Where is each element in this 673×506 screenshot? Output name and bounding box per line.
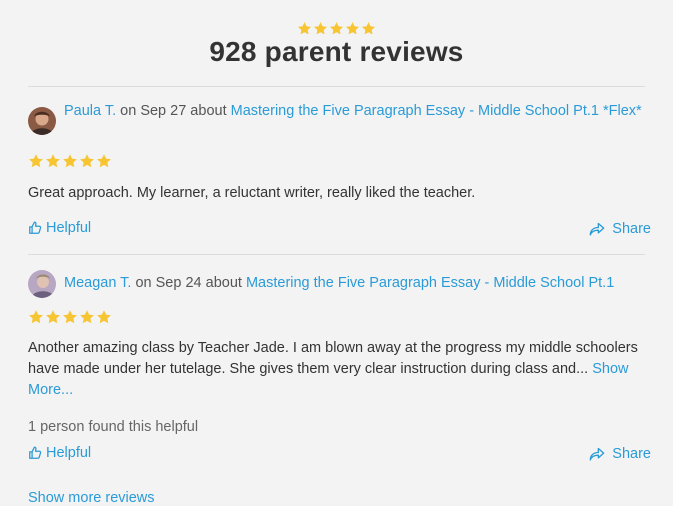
star-icon bbox=[63, 310, 77, 324]
review-text: Another amazing class by Teacher Jade. I… bbox=[28, 340, 638, 377]
share-button[interactable]: Share bbox=[589, 221, 651, 237]
author-link[interactable]: Paula T. bbox=[64, 103, 116, 119]
star-icon bbox=[314, 22, 327, 35]
share-label: Share bbox=[612, 446, 651, 462]
share-button[interactable]: Share bbox=[589, 446, 651, 462]
review-date: on Sep 24 about bbox=[131, 275, 246, 291]
show-more-reviews-link[interactable]: Show more reviews bbox=[28, 490, 155, 506]
helpful-label: Helpful bbox=[46, 220, 92, 236]
star-icon bbox=[46, 154, 60, 168]
star-icon bbox=[80, 154, 94, 168]
author-link[interactable]: Meagan T. bbox=[64, 275, 131, 291]
star-icon bbox=[362, 22, 375, 35]
star-icon bbox=[46, 310, 60, 324]
review-meta: Paula T. on Sep 27 about Mastering the F… bbox=[64, 101, 654, 122]
class-title-link[interactable]: Mastering the Five Paragraph Essay - Mid… bbox=[246, 275, 614, 291]
star-icon bbox=[63, 154, 77, 168]
thumbs-up-icon bbox=[29, 446, 42, 459]
header-rating-stars bbox=[297, 21, 376, 36]
helpful-button[interactable]: Helpful bbox=[28, 445, 91, 461]
review-text-container: Another amazing class by Teacher Jade. I… bbox=[28, 338, 648, 401]
star-icon bbox=[29, 310, 43, 324]
star-icon bbox=[346, 22, 359, 35]
review-rating-stars bbox=[28, 309, 112, 325]
review-date: on Sep 27 about bbox=[116, 103, 231, 119]
star-icon bbox=[298, 22, 311, 35]
star-icon bbox=[29, 154, 43, 168]
divider bbox=[28, 86, 645, 87]
divider bbox=[28, 254, 645, 255]
review-rating-stars bbox=[28, 153, 112, 169]
star-icon bbox=[80, 310, 94, 324]
share-icon bbox=[589, 222, 605, 235]
thumbs-up-icon bbox=[29, 221, 42, 234]
avatar[interactable] bbox=[28, 107, 56, 135]
star-icon bbox=[97, 154, 111, 168]
share-icon bbox=[589, 447, 605, 461]
star-icon bbox=[97, 310, 111, 324]
review-meta: Meagan T. on Sep 24 about Mastering the … bbox=[64, 273, 664, 294]
helpful-button[interactable]: Helpful bbox=[28, 220, 91, 236]
class-title-link[interactable]: Mastering the Five Paragraph Essay - Mid… bbox=[231, 103, 642, 119]
helpful-count: 1 person found this helpful bbox=[28, 419, 199, 435]
helpful-label: Helpful bbox=[46, 445, 92, 461]
share-label: Share bbox=[612, 221, 651, 237]
star-icon bbox=[330, 22, 343, 35]
review-text: Great approach. My learner, a reluctant … bbox=[28, 185, 476, 201]
avatar[interactable] bbox=[28, 270, 56, 298]
page-title: 928 parent reviews bbox=[209, 36, 464, 67]
